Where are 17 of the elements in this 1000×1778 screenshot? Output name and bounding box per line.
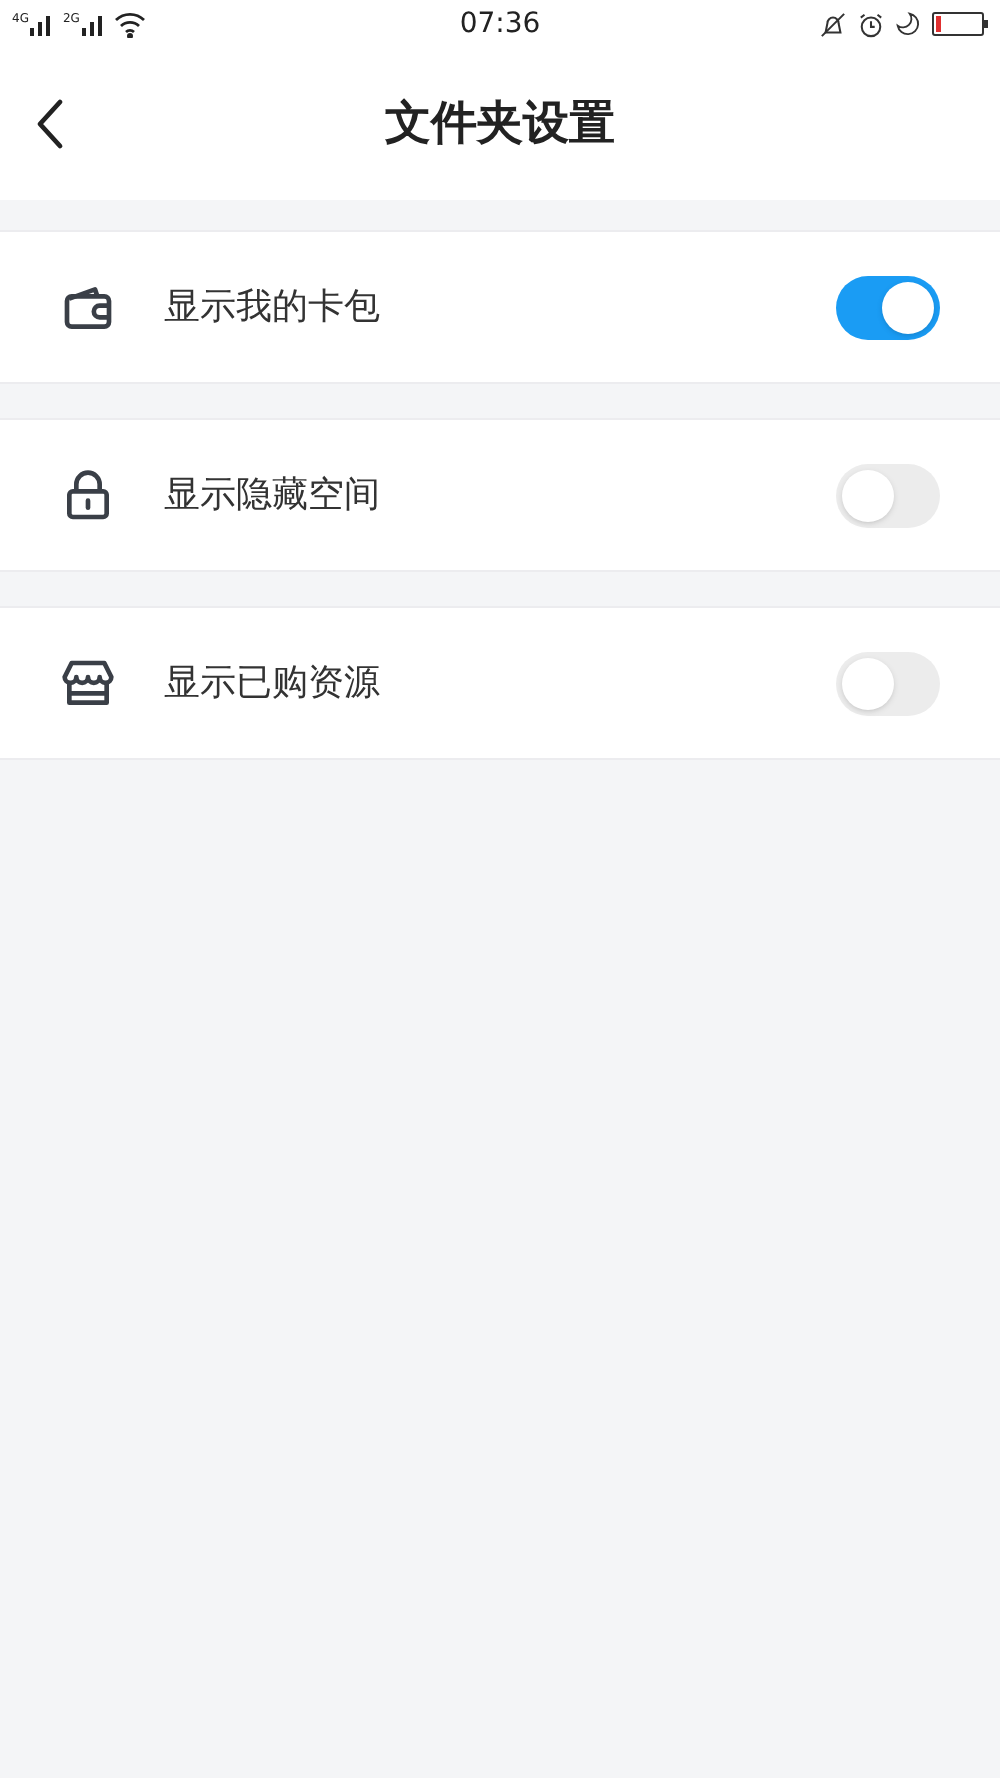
setting-label: 显示隐藏空间 — [164, 472, 382, 520]
setting-label: 显示已购资源 — [164, 660, 382, 708]
signal-icon — [81, 13, 106, 35]
battery-icon — [932, 12, 988, 36]
back-icon — [36, 98, 64, 150]
clock-time: 07:36 — [459, 5, 541, 43]
moon-icon — [896, 12, 920, 36]
muted-bell-icon — [820, 11, 846, 37]
setting-label: 显示我的卡包 — [164, 284, 382, 332]
signal-icon — [30, 13, 55, 35]
toggle-switch[interactable] — [836, 275, 940, 339]
wifi-icon — [113, 11, 146, 37]
alarm-clock-icon — [858, 11, 884, 37]
toggle-switch[interactable] — [836, 463, 940, 527]
page-title: 文件夹设置 — [385, 95, 615, 154]
toggle-switch[interactable] — [836, 651, 940, 715]
storefront-icon — [60, 655, 116, 711]
